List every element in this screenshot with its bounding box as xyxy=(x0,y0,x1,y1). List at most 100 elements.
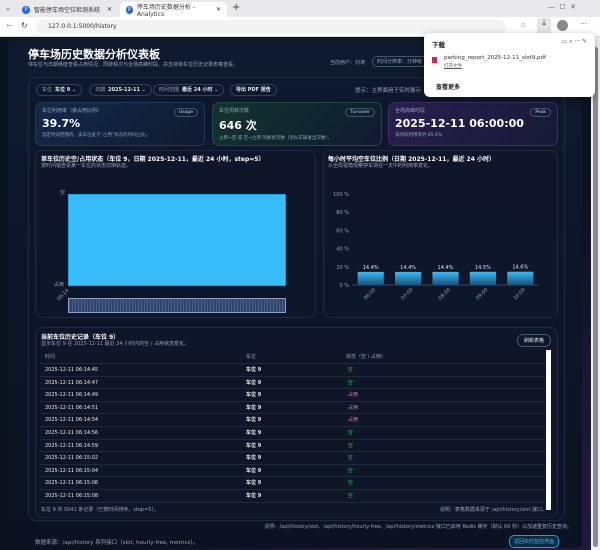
cell-time: 2025-12-11 06:15:02 xyxy=(45,455,99,462)
tab-analytics[interactable]: P 停车场历史数据分析 - Analytics ✕ xyxy=(120,2,227,18)
table-subtitle: 显示车位 9 在 2025-12-11 最近 24 小时内的空 / 占用状态变化… xyxy=(41,341,190,347)
cell-slot: 车位 9 xyxy=(246,404,262,411)
header-slot: 车位 xyxy=(246,354,257,360)
favicon-icon: P xyxy=(22,5,30,14)
table-row: 2025-12-11 06:14:59 车位 9 空 xyxy=(40,440,545,453)
zoom-slider[interactable] xyxy=(68,298,286,313)
bar xyxy=(469,271,496,285)
bar-label: 14.6% xyxy=(512,265,528,271)
back-to-monitor-button[interactable]: 返回实时监控界面 xyxy=(509,535,560,548)
downloads-title: 下载 xyxy=(432,41,445,49)
table-row: 2025-12-11 06:15:08 车位 9 空 xyxy=(40,490,545,503)
data-source: 数据来源：/api/history 系列接口（slot, hourly-free… xyxy=(35,540,199,546)
new-tab-icon[interactable]: + xyxy=(232,2,240,13)
kpi-turnover: 车位周转次数 Turnover 646 次占用→空 或 空→占用 的换状次数（近似车… xyxy=(212,102,382,146)
cell-slot: 车位 9 xyxy=(246,455,262,462)
reload-icon[interactable]: ↻ xyxy=(21,21,28,30)
y-tick-label: 80 % xyxy=(336,210,349,216)
table-row: 2025-12-11 06:15:02 车位 9 空 xyxy=(40,452,545,465)
table-row: 2025-12-11 06:14:49 车位 9 占用 xyxy=(40,389,545,402)
bar-label: 14.4% xyxy=(363,265,379,271)
x-tick-label: 08:00 xyxy=(438,287,452,301)
table-row: 2025-12-11 06:14:56 车位 9 空 xyxy=(40,427,545,440)
kpi-badge: Usage xyxy=(173,108,198,117)
x-tick-label: 07:00 xyxy=(400,287,414,301)
kpi-badge: Turnover xyxy=(345,108,375,117)
slot-value: 车位 9 xyxy=(55,87,71,93)
cell-status: 空 xyxy=(348,467,354,474)
favorites-icon[interactable]: ☆ xyxy=(520,21,526,29)
url-input[interactable]: 127.0.0.1:5000/history xyxy=(36,20,506,34)
downloads-popup: 下载 ▭ ⌕ ··· ✎ parking_report_2025-12-11_s… xyxy=(424,33,595,97)
cell-time: 2025-12-11 06:14:54 xyxy=(45,417,99,424)
cell-time: 2025-12-11 06:15:06 xyxy=(45,480,99,487)
x-tick-label: 09:00 xyxy=(475,287,489,301)
range-label: 时间范围 xyxy=(159,87,180,93)
range-select[interactable]: 时间范围 最近 24 小时 ⌄ xyxy=(153,84,225,96)
cell-slot: 车位 9 xyxy=(246,493,262,499)
cell-slot: 车位 9 xyxy=(246,379,262,386)
open-file-link[interactable]: 打开文件 xyxy=(444,63,462,69)
cell-slot: 车位 9 xyxy=(246,367,262,373)
hourly-chart-panel: 每小时平均空车位比例（日期 2025-12-11，最近 24 小时） 从全局视角… xyxy=(323,150,558,318)
hourly-bar-chart: 0 % 20 % 40 % 60 % 80 % 100 % 14.4% 06:00 14.4% 0… xyxy=(333,192,539,302)
x-tick-label: 06:00 xyxy=(363,287,377,301)
date-value: 2025-12-11 xyxy=(108,87,140,93)
table-header: 时间 车位 状态（空 / 占用） xyxy=(40,351,545,364)
back-icon[interactable]: ← xyxy=(6,21,13,30)
current-user: 当前用户：刘涛 xyxy=(330,60,366,66)
window-controls-icon[interactable]: — ☐ ✕ xyxy=(548,3,576,11)
cell-time: 2025-12-11 06:14:56 xyxy=(45,430,99,436)
downloads-actions-icon[interactable]: ▭ ⌕ ··· ✎ xyxy=(562,38,588,46)
cell-slot: 车位 9 xyxy=(246,392,262,399)
tab-bar: ⌄ P 智能停车场空位检测系统 ✕ P 停车场历史数据分析 - Analytics ✕ … xyxy=(0,0,600,18)
chevron-down-icon: ⌄ xyxy=(214,87,219,93)
granularity-badge: 时间分辨率：分钟级 xyxy=(372,56,428,67)
cell-status: 占用 xyxy=(348,392,359,399)
range-value: 最近 24 小时 xyxy=(182,87,213,93)
y-tick-free: 空 xyxy=(60,190,66,196)
slot-label: 车位 xyxy=(42,87,53,93)
more-icon[interactable]: ··· xyxy=(580,20,587,28)
cell-slot: 车位 9 xyxy=(246,430,262,436)
table-row: 2025-12-11 06:14:54 车位 9 占用 xyxy=(40,414,545,427)
download-filename[interactable]: parking_report_2025-12-11_slot9.pdf xyxy=(444,55,546,61)
download-icon[interactable]: ⤓ xyxy=(537,18,551,34)
tab-list-icon[interactable]: ⌄ xyxy=(5,4,11,12)
kpi-value: 646 次 xyxy=(219,119,257,132)
y-tick-label: 40 % xyxy=(336,247,349,253)
slot-chart-subtitle: 按时间轴查看某一车位的状态切换轨迹。 xyxy=(41,163,132,169)
table-footer-note: 说明：表格数据来源于 /api/history/slot 接口。 xyxy=(439,507,547,513)
kpi-value: 39.7% xyxy=(42,117,81,130)
cell-slot: 车位 9 xyxy=(246,467,262,474)
table-scrollbar[interactable] xyxy=(546,350,551,510)
close-icon[interactable]: ✕ xyxy=(107,6,112,13)
cell-time: 2025-12-11 06:14:45 xyxy=(45,367,99,373)
y-tick-label: 100 % xyxy=(333,192,349,198)
profile-avatar[interactable] xyxy=(557,20,568,31)
bar-label: 14.4% xyxy=(438,265,454,271)
favicon-icon: P xyxy=(126,5,133,14)
hint-text: 提示：主界面用于实时展示 xyxy=(355,88,422,94)
bar xyxy=(507,271,534,285)
export-pdf-button[interactable]: 导出 PDF 报告 xyxy=(230,84,277,96)
cell-time: 2025-12-11 06:15:04 xyxy=(45,467,99,474)
slot-select[interactable]: 车位 车位 9 ⌄ xyxy=(36,84,83,96)
date-label: 日期 xyxy=(95,87,106,93)
bar-label: 14.4% xyxy=(400,265,416,271)
header-status: 状态（空 / 占用） xyxy=(346,354,386,360)
tab-title: 停车场历史数据分析 - Analytics xyxy=(136,3,195,18)
tab-monitor[interactable]: P 智能停车场空位检测系统 ✕ xyxy=(16,2,118,17)
table-row: 2025-12-11 06:14:45 车位 9 空 xyxy=(40,364,545,377)
bar xyxy=(395,271,422,285)
y-tick-label: 0 % xyxy=(339,283,349,289)
refresh-table-button[interactable]: 刷新表格 xyxy=(516,334,551,347)
page-scrollbar[interactable] xyxy=(591,37,600,550)
bar xyxy=(432,271,459,285)
kpi-desc: 占用→空 或 空→占用 的换状次数（近似车辆进出次数）。 xyxy=(219,136,333,141)
tab-title: 智能停车场空位检测系统 xyxy=(34,7,101,14)
status-area xyxy=(68,194,286,286)
see-more-link[interactable]: 查看更多 xyxy=(436,82,460,91)
close-icon[interactable]: ✕ xyxy=(216,6,221,13)
date-select[interactable]: 日期 2025-12-11 ⌄ xyxy=(89,84,152,96)
